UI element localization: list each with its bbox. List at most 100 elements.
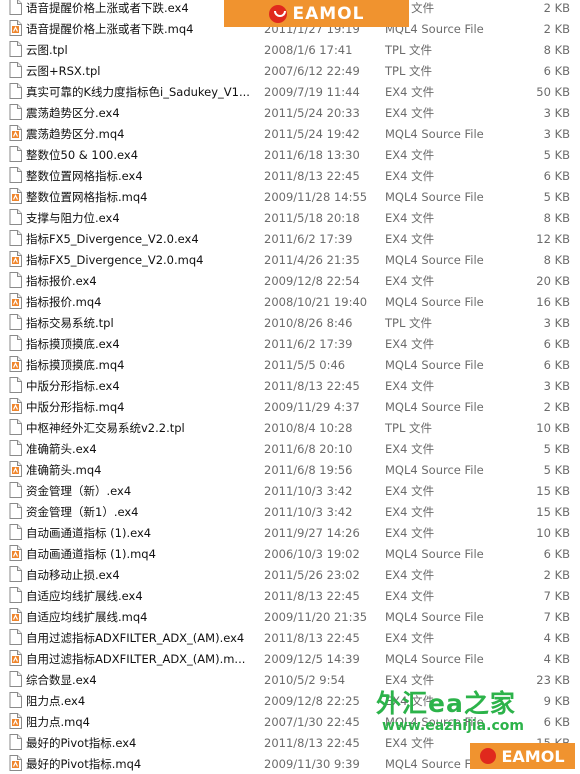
file-type: EX4 文件: [385, 168, 435, 183]
file-name[interactable]: 准确箭头.ex4: [26, 441, 258, 457]
file-date: 2009/11/28 14:55: [264, 189, 368, 204]
file-size: 23 KB: [536, 672, 570, 687]
file-name[interactable]: 指标摸顶摸底.ex4: [26, 336, 258, 352]
file-name[interactable]: 自用过滤指标ADXFILTER_ADX_(AM).ex4: [26, 630, 258, 646]
file-size: 16 KB: [536, 294, 570, 309]
file-name[interactable]: 指标FX5_Divergence_V2.0.ex4: [26, 231, 258, 247]
file-row[interactable]: 自适应均线扩展线.mq4 2009/11/20 21:35 MQL4 Source …: [0, 606, 580, 627]
mql4-file-icon: [9, 713, 22, 729]
file-row[interactable]: 指标FX5_Divergence_V2.0.mq4 2011/4/26 21:35…: [0, 249, 580, 270]
file-name[interactable]: 整数位置网格指标.mq4: [26, 189, 258, 205]
file-type: EX4 文件: [385, 231, 435, 246]
file-row[interactable]: 自动移动止损.ex4 2011/5/26 23:02 EX4 文件 2 KB: [0, 564, 580, 585]
file-row[interactable]: 指标FX5_Divergence_V2.0.ex4 2011/6/2 17:39 E…: [0, 228, 580, 249]
file-name[interactable]: 阻力点.mq4: [26, 714, 258, 730]
file-row[interactable]: 中版分形指标.ex4 2011/8/13 22:45 EX4 文件 3 KB: [0, 375, 580, 396]
file-type: EX4 文件: [385, 483, 435, 498]
file-row[interactable]: 自动画通道指标 (1).ex4 2011/9/27 14:26 EX4 文件 10 K…: [0, 522, 580, 543]
file-name[interactable]: 资金管理（新1）.ex4: [26, 504, 258, 520]
file-date: 2011/6/2 17:39: [264, 231, 353, 246]
file-name[interactable]: 整数位50 & 100.ex4: [26, 147, 258, 163]
file-row[interactable]: 准确箭头.ex4 2011/6/8 20:10 EX4 文件 5 KB: [0, 438, 580, 459]
file-size: 2 KB: [543, 399, 570, 414]
file-type: MQL4 Source File: [385, 651, 484, 666]
file-row[interactable]: 震荡趋势区分.ex4 2011/5/24 20:33 EX4 文件 3 KB: [0, 102, 580, 123]
file-name[interactable]: 自适应均线扩展线.ex4: [26, 588, 258, 604]
file-icon: [9, 230, 22, 246]
file-size: 2 KB: [543, 567, 570, 582]
file-icon: [9, 272, 22, 288]
file-name[interactable]: 指标交易系统.tpl: [26, 315, 258, 331]
file-row[interactable]: 自用过滤指标ADXFILTER_ADX_(AM).m... 2009/12/5 1…: [0, 648, 580, 669]
file-row[interactable]: 指标摸顶摸底.mq4 2011/5/5 0:46 MQL4 Source File 6…: [0, 354, 580, 375]
file-size: 6 KB: [543, 357, 570, 372]
file-name[interactable]: 自动画通道指标 (1).mq4: [26, 546, 258, 562]
file-name[interactable]: 真实可靠的K线力度指标色i_Sadukey_V1...: [26, 84, 258, 100]
watermark-url: www.eazhijia.com: [382, 718, 524, 734]
file-name[interactable]: 指标报价.ex4: [26, 273, 258, 289]
file-row[interactable]: 资金管理（新1）.ex4 2011/10/3 3:42 EX4 文件 15 KB: [0, 501, 580, 522]
file-row[interactable]: 整数位置网格指标.mq4 2009/11/28 14:55 MQL4 Source …: [0, 186, 580, 207]
file-name[interactable]: 综合数显.ex4: [26, 672, 258, 688]
file-name[interactable]: 指标报价.mq4: [26, 294, 258, 310]
file-name[interactable]: 最好的Pivot指标.ex4: [26, 735, 258, 751]
file-date: 2009/11/29 4:37: [264, 399, 360, 414]
file-name[interactable]: 指标摸顶摸底.mq4: [26, 357, 258, 373]
file-name[interactable]: 最好的Pivot指标.mq4: [26, 756, 258, 772]
file-name[interactable]: 震荡趋势区分.ex4: [26, 105, 258, 121]
file-row[interactable]: 指标报价.ex4 2009/12/8 22:54 EX4 文件 20 KB: [0, 270, 580, 291]
file-icon: [9, 419, 22, 435]
file-row[interactable]: 云图.tpl 2008/1/6 17:41 TPL 文件 8 KB: [0, 39, 580, 60]
file-size: 4 KB: [543, 630, 570, 645]
file-icon: [9, 629, 22, 645]
file-icon: [9, 209, 22, 225]
file-icon: [9, 0, 22, 15]
file-size: 4 KB: [543, 651, 570, 666]
banner2-text: EAMOL: [501, 746, 565, 766]
file-row[interactable]: 整数位置网格指标.ex4 2011/8/13 22:45 EX4 文件 6 KB: [0, 165, 580, 186]
file-row[interactable]: 中版分形指标.mq4 2009/11/29 4:37 MQL4 Source Fil…: [0, 396, 580, 417]
file-type: EX4 文件: [385, 378, 435, 393]
file-row[interactable]: 指标报价.mq4 2008/10/21 19:40 MQL4 Source File…: [0, 291, 580, 312]
file-type: MQL4 Source File: [385, 252, 484, 267]
file-name[interactable]: 中版分形指标.mq4: [26, 399, 258, 415]
file-row[interactable]: 云图+RSX.tpl 2007/6/12 22:49 TPL 文件 6 KB: [0, 60, 580, 81]
file-date: 2009/11/30 9:39: [264, 756, 360, 771]
file-name[interactable]: 资金管理（新）.ex4: [26, 483, 258, 499]
file-name[interactable]: 中版分形指标.ex4: [26, 378, 258, 394]
file-row[interactable]: 准确箭头.mq4 2011/6/8 19:56 MQL4 Source File 5 …: [0, 459, 580, 480]
file-row[interactable]: 资金管理（新）.ex4 2011/10/3 3:42 EX4 文件 15 KB: [0, 480, 580, 501]
file-name[interactable]: 自适应均线扩展线.mq4: [26, 609, 258, 625]
file-type: EX4 文件: [385, 567, 435, 582]
file-name[interactable]: 自用过滤指标ADXFILTER_ADX_(AM).m...: [26, 651, 258, 667]
file-name[interactable]: 云图+RSX.tpl: [26, 63, 258, 79]
file-name[interactable]: 震荡趋势区分.mq4: [26, 126, 258, 142]
file-name[interactable]: 指标FX5_Divergence_V2.0.mq4: [26, 252, 258, 268]
file-row[interactable]: 支撑与阻力位.ex4 2011/5/18 20:18 EX4 文件 8 KB: [0, 207, 580, 228]
file-icon: [9, 671, 22, 687]
file-size: 9 KB: [543, 693, 570, 708]
file-name[interactable]: 自动画通道指标 (1).ex4: [26, 525, 258, 541]
file-name[interactable]: 支撑与阻力位.ex4: [26, 210, 258, 226]
file-name[interactable]: 准确箭头.mq4: [26, 462, 258, 478]
file-type: EX4 文件: [385, 504, 435, 519]
file-date: 2011/6/8 19:56: [264, 462, 353, 477]
file-date: 2010/5/2 9:54: [264, 672, 346, 687]
file-icon: [9, 482, 22, 498]
mql4-file-icon: [9, 125, 22, 141]
file-row[interactable]: 震荡趋势区分.mq4 2011/5/24 19:42 MQL4 Source Fil…: [0, 123, 580, 144]
file-row[interactable]: 自动画通道指标 (1).mq4 2006/10/3 19:02 MQL4 Sourc…: [0, 543, 580, 564]
file-name[interactable]: 中枢神经外汇交易系统v2.2.tpl: [26, 420, 258, 436]
file-name[interactable]: 整数位置网格指标.ex4: [26, 168, 258, 184]
file-name[interactable]: 自动移动止损.ex4: [26, 567, 258, 583]
file-row[interactable]: 指标摸顶摸底.ex4 2011/6/2 17:39 EX4 文件 6 KB: [0, 333, 580, 354]
file-size: 8 KB: [543, 42, 570, 57]
file-row[interactable]: 整数位50 & 100.ex4 2011/6/18 13:30 EX4 文件 5 KB: [0, 144, 580, 165]
file-row[interactable]: 真实可靠的K线力度指标色i_Sadukey_V1... 2009/7/19 11:…: [0, 81, 580, 102]
file-row[interactable]: 指标交易系统.tpl 2010/8/26 8:46 TPL 文件 3 KB: [0, 312, 580, 333]
file-row[interactable]: 中枢神经外汇交易系统v2.2.tpl 2010/8/4 10:28 TPL 文件 10…: [0, 417, 580, 438]
file-name[interactable]: 阻力点.ex4: [26, 693, 258, 709]
file-row[interactable]: 自适应均线扩展线.ex4 2011/8/13 22:45 EX4 文件 7 KB: [0, 585, 580, 606]
file-name[interactable]: 云图.tpl: [26, 42, 258, 58]
file-row[interactable]: 自用过滤指标ADXFILTER_ADX_(AM).ex4 2011/8/13 22…: [0, 627, 580, 648]
